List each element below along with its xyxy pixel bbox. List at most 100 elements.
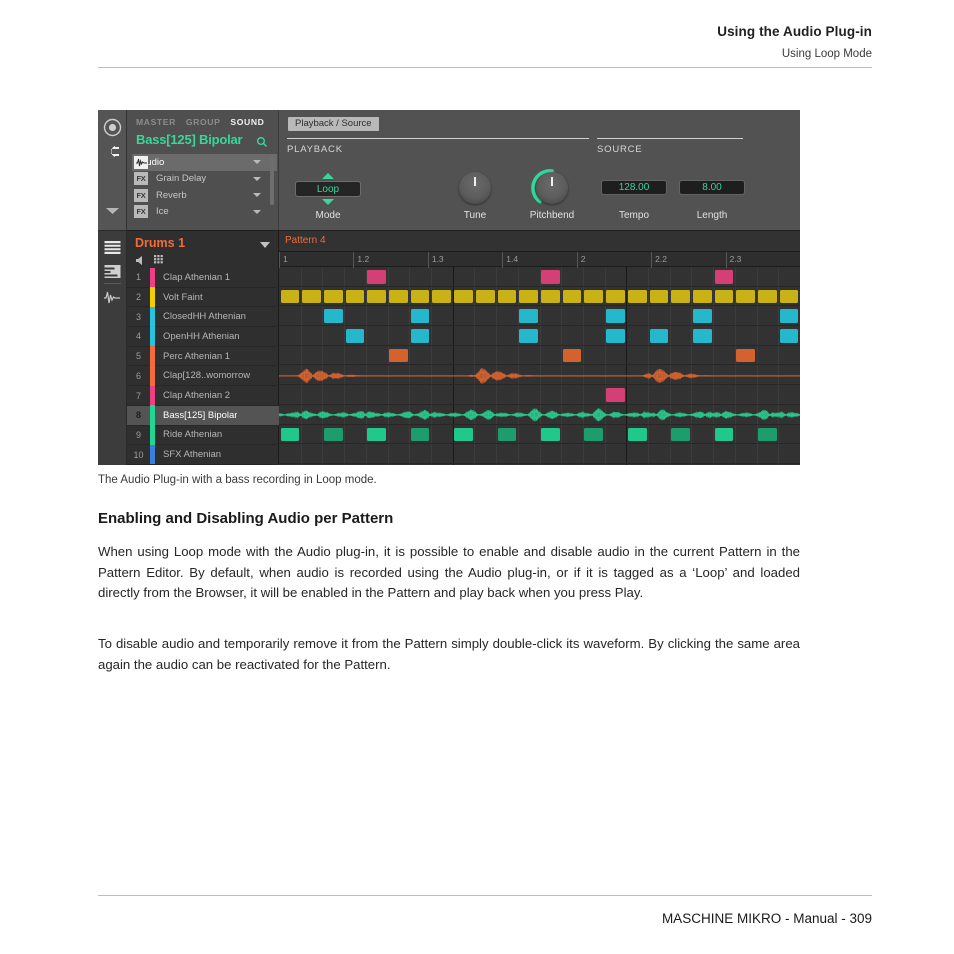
note-cell[interactable] xyxy=(410,427,430,442)
waveform-graphic[interactable] xyxy=(279,405,800,425)
sound-row[interactable]: 9 Ride Athenian xyxy=(127,425,279,446)
collapse-down-icon[interactable] xyxy=(102,201,123,222)
step-lane[interactable] xyxy=(279,385,800,405)
parameter-page-tab[interactable]: Playback / Source xyxy=(288,117,379,131)
note-cell[interactable] xyxy=(758,427,777,442)
step-lane[interactable] xyxy=(279,425,800,445)
chevron-down-icon[interactable] xyxy=(253,209,261,214)
note-cell[interactable] xyxy=(779,329,799,343)
note-cell[interactable] xyxy=(410,329,430,343)
sound-row[interactable]: 1 Clap Athenian 1 xyxy=(127,267,279,288)
note-cell[interactable] xyxy=(323,427,343,442)
step-lane[interactable] xyxy=(279,306,800,327)
sound-row[interactable]: 6 Clap[128..womorrow xyxy=(127,366,279,387)
record-circle-icon[interactable] xyxy=(102,117,123,138)
note-cell[interactable] xyxy=(606,289,625,304)
plugin-slot-reverb[interactable]: FX Reverb xyxy=(132,187,277,204)
note-cell[interactable] xyxy=(692,309,712,323)
note-cell[interactable] xyxy=(475,289,495,304)
note-cell[interactable] xyxy=(280,427,300,442)
sound-row[interactable]: 4 OpenHH Athenian xyxy=(127,326,279,347)
note-cell[interactable] xyxy=(519,309,538,323)
plug-icon[interactable] xyxy=(102,141,123,162)
chevron-down-icon[interactable] xyxy=(253,160,261,164)
plugin-slot-grain-delay[interactable]: FX Grain Delay xyxy=(132,171,277,188)
note-cell[interactable] xyxy=(671,427,690,442)
mode-up-arrow-icon[interactable] xyxy=(322,173,334,179)
note-cell[interactable] xyxy=(432,289,452,304)
step-lane[interactable] xyxy=(279,346,800,366)
note-cell[interactable] xyxy=(714,270,734,284)
note-cell[interactable] xyxy=(736,348,756,363)
tab-sound[interactable]: SOUND xyxy=(230,117,264,127)
note-cell[interactable] xyxy=(323,289,343,304)
magnifier-icon[interactable] xyxy=(256,135,268,153)
note-cell[interactable] xyxy=(541,270,560,284)
note-cell[interactable] xyxy=(584,289,604,304)
note-cell[interactable] xyxy=(562,289,582,304)
length-value[interactable]: 8.00 xyxy=(679,180,745,195)
tab-group[interactable]: GROUP xyxy=(186,117,221,127)
plugin-slot-ice[interactable]: FX Ice xyxy=(132,204,277,221)
note-cell[interactable] xyxy=(606,309,625,323)
note-cell[interactable] xyxy=(519,329,538,343)
note-cell[interactable] xyxy=(302,289,321,304)
pattern-grid[interactable]: Pattern 4 1 1.2 1.3 1.4 2 2.2 2.3 xyxy=(279,231,800,465)
mixer-view-icon[interactable] xyxy=(102,261,123,282)
sound-row[interactable]: 7 Clap Athenian 2 xyxy=(127,385,279,406)
sound-row[interactable]: 3 ClosedHH Athenian xyxy=(127,306,279,328)
chevron-down-icon[interactable] xyxy=(253,193,261,197)
note-cell[interactable] xyxy=(649,329,669,343)
note-cell[interactable] xyxy=(367,289,387,304)
arrange-view-icon[interactable] xyxy=(102,237,123,258)
tune-knob[interactable] xyxy=(459,172,491,204)
slot-list-scrollbar[interactable] xyxy=(270,155,274,205)
note-cell[interactable] xyxy=(410,309,430,323)
note-cell[interactable] xyxy=(389,289,408,304)
note-cell[interactable] xyxy=(541,427,560,442)
sound-row[interactable]: 8 Bass[125] Bipolar xyxy=(127,405,279,426)
plugin-slot-audio[interactable]: Audio xyxy=(132,154,277,171)
step-lane[interactable] xyxy=(279,287,800,307)
note-cell[interactable] xyxy=(779,309,799,323)
note-cell[interactable] xyxy=(779,289,799,304)
note-cell[interactable] xyxy=(497,289,517,304)
timeline-ruler[interactable]: 1 1.2 1.3 1.4 2 2.2 2.3 xyxy=(279,251,800,268)
note-cell[interactable] xyxy=(345,289,365,304)
mode-down-arrow-icon[interactable] xyxy=(322,199,334,205)
note-cell[interactable] xyxy=(345,329,365,343)
audio-waveform-lane[interactable] xyxy=(279,366,800,386)
sound-row[interactable]: 5 Perc Athenian 1 xyxy=(127,346,279,367)
note-cell[interactable] xyxy=(541,289,560,304)
step-lane[interactable] xyxy=(279,444,800,464)
note-cell[interactable] xyxy=(389,348,408,363)
note-cell[interactable] xyxy=(758,289,777,304)
pitchbend-knob[interactable] xyxy=(536,172,568,204)
note-cell[interactable] xyxy=(367,270,387,284)
note-cell[interactable] xyxy=(454,427,473,442)
note-cell[interactable] xyxy=(627,289,647,304)
note-cell[interactable] xyxy=(627,427,647,442)
note-cell[interactable] xyxy=(323,309,343,323)
note-cell[interactable] xyxy=(519,289,538,304)
step-lane[interactable] xyxy=(279,267,800,287)
waveform-view-icon[interactable] xyxy=(102,287,123,308)
sound-row[interactable]: 10 SFX Athenian xyxy=(127,444,279,465)
note-cell[interactable] xyxy=(649,289,669,304)
note-cell[interactable] xyxy=(497,427,517,442)
pattern-name[interactable]: Pattern 4 xyxy=(285,235,326,246)
note-cell[interactable] xyxy=(584,427,604,442)
waveform-graphic[interactable] xyxy=(279,366,800,386)
chevron-down-icon[interactable] xyxy=(253,176,261,181)
note-cell[interactable] xyxy=(410,289,430,304)
mode-value[interactable]: Loop xyxy=(295,181,361,197)
tempo-value[interactable]: 128.00 xyxy=(601,180,667,195)
note-cell[interactable] xyxy=(606,329,625,343)
note-cell[interactable] xyxy=(671,289,690,304)
group-name[interactable]: Drums 1 xyxy=(135,236,185,250)
note-cell[interactable] xyxy=(606,388,625,402)
note-cell[interactable] xyxy=(714,289,734,304)
note-cell[interactable] xyxy=(692,329,712,343)
chevron-down-icon[interactable] xyxy=(260,242,270,248)
note-cell[interactable] xyxy=(714,427,734,442)
